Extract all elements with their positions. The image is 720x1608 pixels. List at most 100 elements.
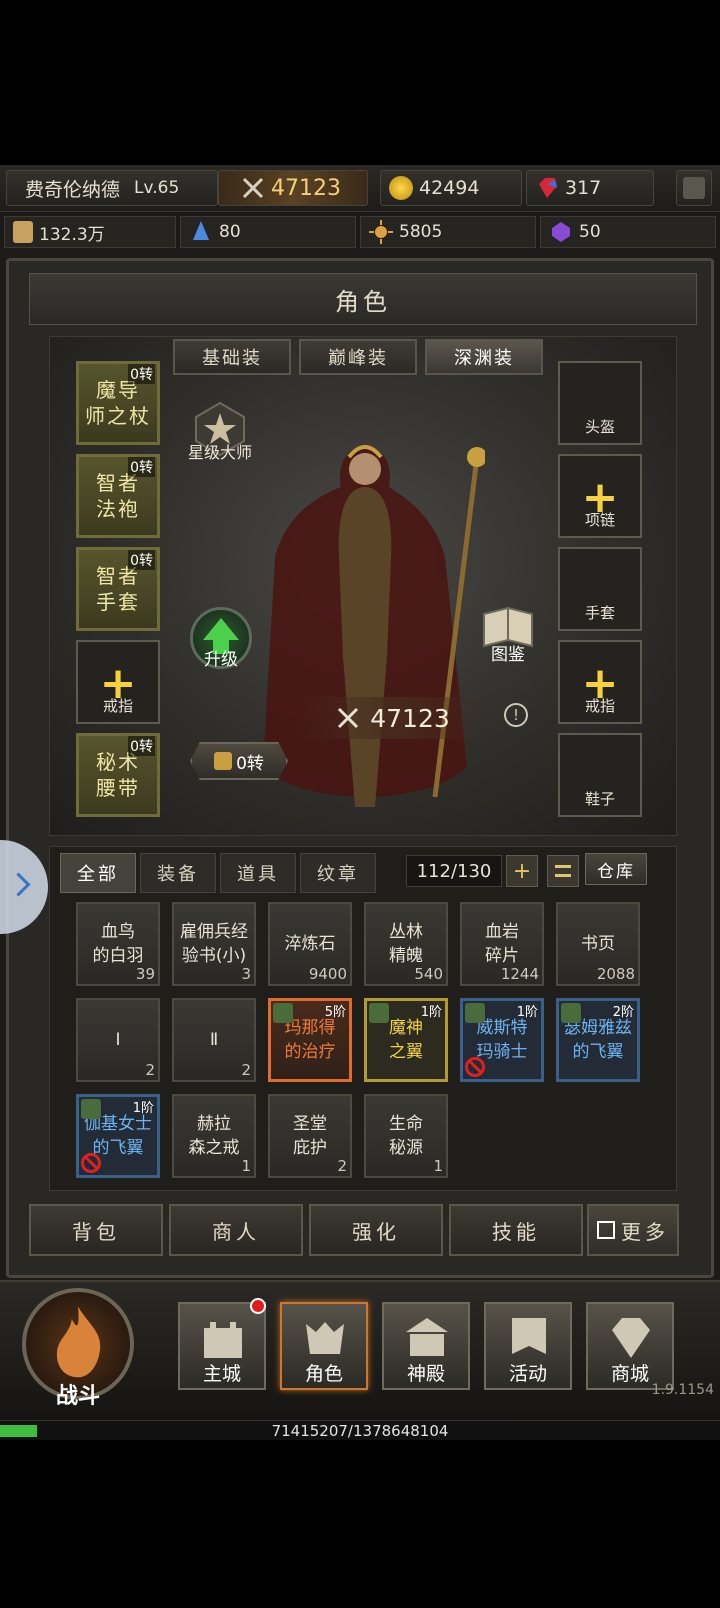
armor-icon [214, 752, 233, 770]
inv-tab-all[interactable]: 全部 [60, 853, 136, 893]
slot-ring-right-label: 戒指 [584, 697, 615, 715]
gold-display[interactable]: 42494 [380, 170, 522, 206]
warehouse-button[interactable]: 仓库 [585, 853, 647, 885]
inventory-item[interactable]: 1阶 威斯特 玛骑士 [460, 998, 544, 1082]
inventory-item[interactable]: 赫拉 森之戒 1 [172, 1094, 256, 1178]
inventory-item[interactable]: 5阶 玛那得 的治疗 [268, 998, 352, 1082]
inventory-item[interactable]: 书页 2088 [556, 902, 640, 986]
more-button[interactable]: 更多 [587, 1204, 679, 1256]
tab-basic-gear[interactable]: 基础装 [173, 339, 291, 375]
slot-weapon-label: 魔导 师之杖 [85, 378, 151, 428]
slot-armor[interactable]: 0转 智者 法袍 [76, 454, 160, 538]
item-name: Ⅰ [115, 1030, 121, 1050]
crossed-swords-icon [242, 177, 264, 199]
item-name: 淬炼石 [284, 934, 336, 954]
banner-icon [512, 1318, 546, 1354]
grid-icon [597, 1221, 615, 1239]
settings-button[interactable] [676, 170, 712, 206]
nav-character[interactable]: 角色 [280, 1302, 368, 1390]
diamond-icon [612, 1318, 650, 1358]
slot-ring-left[interactable]: + 戒指 [76, 640, 160, 724]
tab-peak-gear[interactable]: 巅峰装 [299, 339, 417, 375]
inventory-capacity: 112/130 [406, 855, 502, 887]
sort-button[interactable] [547, 855, 579, 887]
inventory-item[interactable]: 2阶 瑟姆雅兹 的飞翼 [556, 998, 640, 1082]
slot-boots[interactable]: 鞋子 [558, 733, 642, 817]
fortune-value: 132.3万 [39, 224, 105, 245]
nav-main-city[interactable]: 主城 [178, 1302, 266, 1390]
inventory-item[interactable]: 1阶 魔神 之翼 [364, 998, 448, 1082]
gem-display[interactable]: 317 [526, 170, 654, 206]
upgrade-label: 升级 [204, 650, 238, 670]
slot-weapon[interactable]: 0转 魔导 师之杖 [76, 361, 160, 445]
item-tier: 1阶 [132, 1101, 154, 1116]
item-name: 圣堂 庇护 [293, 1114, 327, 1158]
experience-text: 71415207/1378648104 [271, 1422, 449, 1440]
inventory-panel: 全部 装备 道具 纹章 112/130 + 仓库 血鸟 的白羽 39 雇佣兵经 验书… [49, 846, 677, 1191]
player-info[interactable]: 费奇伦纳德 Lv.65 [6, 170, 218, 206]
nav-main-city-label: 主城 [202, 1363, 241, 1385]
gem-icon [539, 178, 557, 198]
reincarnation-tag: 0转 [128, 364, 155, 384]
inventory-item[interactable]: 淬炼石 9400 [268, 902, 352, 986]
nav-shop[interactable]: 商城 [586, 1302, 674, 1390]
slot-gloves-left[interactable]: 0转 智者 手套 [76, 547, 160, 631]
crystal-value: 80 [219, 222, 241, 242]
slot-belt[interactable]: 0转 秘术 腰带 [76, 733, 160, 817]
nav-shop-label: 商城 [610, 1363, 649, 1385]
nav-character-label: 角色 [304, 1363, 343, 1385]
item-name: 瑟姆雅兹 的飞翼 [564, 1018, 632, 1062]
item-name: 丛林 精魄 [389, 922, 423, 966]
reincarnation-button[interactable]: 0转 [190, 742, 288, 780]
bag-button[interactable]: 背包 [29, 1204, 163, 1256]
more-label: 更多 [621, 1219, 669, 1244]
slot-helmet[interactable]: 头盔 [558, 361, 642, 445]
crystal-icon [193, 221, 209, 240]
gold-value: 42494 [419, 177, 480, 199]
tab-abyss-gear[interactable]: 深渊装 [425, 339, 543, 375]
castle-icon [204, 1322, 242, 1358]
inv-tab-emblems[interactable]: 纹章 [300, 853, 376, 893]
slot-ring-right[interactable]: + 戒指 [558, 640, 642, 724]
nav-temple[interactable]: 神殿 [382, 1302, 470, 1390]
slot-necklace[interactable]: + 项链 [558, 454, 642, 538]
rank-badge-icon [465, 1003, 485, 1023]
inventory-item[interactable]: 生命 秘源 1 [364, 1094, 448, 1178]
rank-badge-icon [369, 1003, 389, 1023]
expand-capacity-button[interactable]: + [506, 855, 538, 887]
top-bar: 费奇伦纳德 Lv.65 47123 42494 317 [0, 165, 720, 212]
item-name: 威斯特 玛骑士 [476, 1018, 528, 1062]
item-tier: 1阶 [516, 1005, 538, 1020]
inventory-item[interactable]: 丛林 精魄 540 [364, 902, 448, 986]
rank-badge-icon [561, 1003, 581, 1023]
item-quantity: 2 [145, 1061, 155, 1079]
slot-gloves-right[interactable]: 手套 [558, 547, 642, 631]
helmet-icon [306, 1322, 344, 1354]
slot-helmet-label: 头盔 [584, 418, 615, 436]
gem-value: 317 [565, 177, 602, 199]
inventory-item[interactable]: 血岩 碎片 1244 [460, 902, 544, 986]
inventory-item[interactable]: 血鸟 的白羽 39 [76, 902, 160, 986]
nav-events[interactable]: 活动 [484, 1302, 572, 1390]
inventory-item[interactable]: Ⅰ2 [76, 998, 160, 1082]
skills-button[interactable]: 技能 [449, 1204, 583, 1256]
inventory-item[interactable]: 圣堂 庇护 2 [268, 1094, 352, 1178]
item-name: Ⅱ [209, 1030, 219, 1050]
reincarnation-tag: 0转 [128, 550, 155, 570]
inventory-item[interactable]: 1阶 伽基女士 的飞翼 [76, 1094, 160, 1178]
item-quantity: 2088 [596, 965, 635, 983]
inv-tab-items[interactable]: 道具 [220, 853, 296, 893]
rank-badge-icon [81, 1099, 101, 1119]
item-quantity: 3 [241, 965, 251, 983]
shield-icon [13, 221, 33, 243]
inv-tab-equipment[interactable]: 装备 [140, 853, 216, 893]
inventory-item[interactable]: 雇佣兵经 验书(小) 3 [172, 902, 256, 986]
inventory-item[interactable]: Ⅱ2 [172, 998, 256, 1082]
stats-bar: 132.3万 80 5805 50 [0, 212, 720, 250]
info-icon[interactable]: ! [504, 703, 528, 727]
merchant-button[interactable]: 商人 [169, 1204, 303, 1256]
notification-dot [250, 1298, 266, 1314]
rune-stat: 50 [540, 216, 716, 248]
reincarnation-tag: 0转 [128, 736, 155, 756]
enhance-button[interactable]: 强化 [309, 1204, 443, 1256]
